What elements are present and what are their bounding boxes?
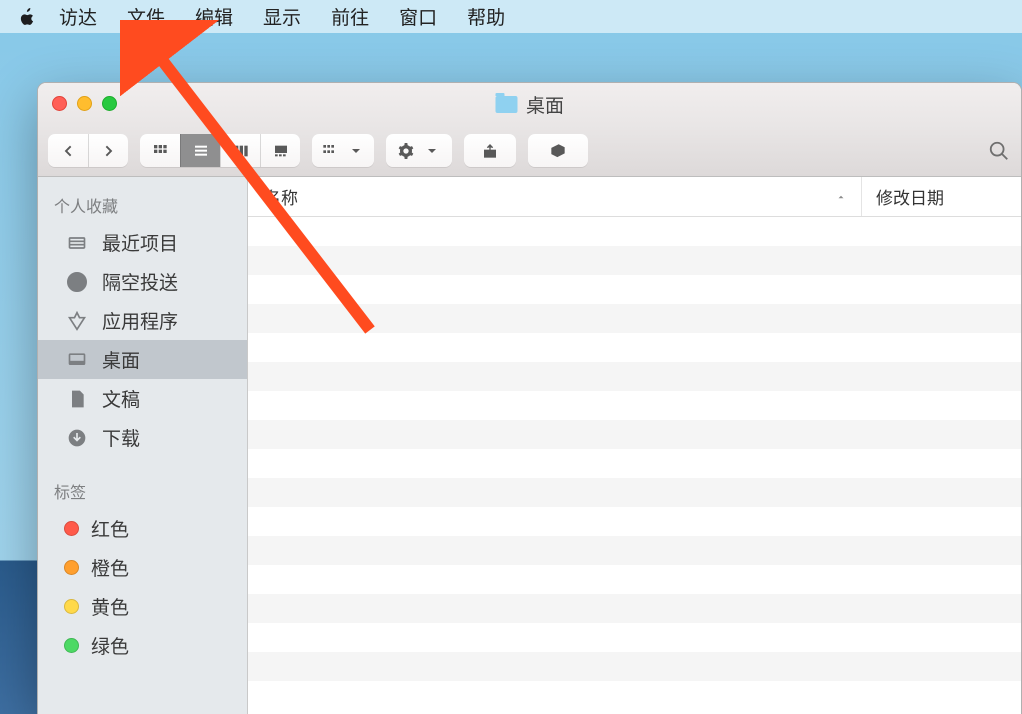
groupby-button[interactable] bbox=[312, 134, 374, 167]
table-row[interactable] bbox=[248, 536, 1021, 565]
sidebar-item-label: 桌面 bbox=[102, 346, 140, 373]
sidebar: 个人收藏 最近项目 隔空投送 应用程序 桌面 文稿 bbox=[38, 177, 248, 714]
table-row[interactable] bbox=[248, 565, 1021, 594]
share-button[interactable] bbox=[464, 134, 516, 167]
toolbar bbox=[38, 125, 1021, 177]
menu-view[interactable]: 显示 bbox=[248, 3, 316, 30]
sidebar-item-label: 最近项目 bbox=[102, 229, 178, 256]
table-row[interactable] bbox=[248, 304, 1021, 333]
menu-finder[interactable]: 访达 bbox=[44, 3, 112, 30]
tag-dot-icon bbox=[64, 599, 79, 614]
view-switcher bbox=[140, 134, 300, 167]
tag-dot-icon bbox=[64, 560, 79, 575]
window-title-text: 桌面 bbox=[526, 91, 564, 118]
sort-caret-icon bbox=[835, 187, 847, 207]
view-list-button[interactable] bbox=[180, 134, 220, 167]
sidebar-item-downloads[interactable]: 下载 bbox=[38, 418, 247, 457]
sidebar-tag-label: 橙色 bbox=[91, 554, 129, 581]
table-row[interactable] bbox=[248, 362, 1021, 391]
table-row[interactable] bbox=[248, 391, 1021, 420]
menu-go[interactable]: 前往 bbox=[316, 3, 384, 30]
sidebar-item-desktop[interactable]: 桌面 bbox=[38, 340, 247, 379]
sidebar-tag-green[interactable]: 绿色 bbox=[38, 626, 247, 665]
sidebar-item-documents[interactable]: 文稿 bbox=[38, 379, 247, 418]
downloads-icon bbox=[64, 427, 90, 449]
action-button[interactable] bbox=[386, 134, 452, 167]
window-title: 桌面 bbox=[495, 91, 564, 118]
apple-menu[interactable] bbox=[10, 6, 44, 28]
sidebar-item-label: 文稿 bbox=[102, 385, 140, 412]
table-row[interactable] bbox=[248, 478, 1021, 507]
forward-button[interactable] bbox=[88, 134, 128, 167]
sidebar-item-label: 隔空投送 bbox=[102, 268, 178, 295]
documents-icon bbox=[64, 388, 90, 410]
sidebar-tag-yellow[interactable]: 黄色 bbox=[38, 587, 247, 626]
menu-edit[interactable]: 编辑 bbox=[180, 3, 248, 30]
desktop-icon bbox=[64, 349, 90, 371]
table-row[interactable] bbox=[248, 681, 1021, 710]
tag-button[interactable] bbox=[528, 134, 588, 167]
airdrop-icon bbox=[64, 271, 90, 293]
table-row[interactable] bbox=[248, 652, 1021, 681]
sidebar-item-recents[interactable]: 最近项目 bbox=[38, 223, 247, 262]
recents-icon bbox=[64, 232, 90, 254]
sidebar-tag-label: 绿色 bbox=[91, 632, 129, 659]
tag-dot-icon bbox=[64, 521, 79, 536]
table-row[interactable] bbox=[248, 217, 1021, 246]
table-row[interactable] bbox=[248, 246, 1021, 275]
file-rows[interactable] bbox=[248, 217, 1021, 714]
column-modified-label: 修改日期 bbox=[876, 184, 944, 209]
column-modified[interactable]: 修改日期 bbox=[861, 177, 1021, 216]
table-row[interactable] bbox=[248, 333, 1021, 362]
search-icon[interactable] bbox=[987, 140, 1011, 162]
sidebar-tag-label: 红色 bbox=[91, 515, 129, 542]
menubar: 访达 文件 编辑 显示 前往 窗口 帮助 bbox=[0, 0, 1022, 33]
folder-icon bbox=[495, 96, 517, 113]
close-button[interactable] bbox=[52, 96, 67, 111]
sidebar-item-label: 应用程序 bbox=[102, 307, 178, 334]
sidebar-tag-label: 黄色 bbox=[91, 593, 129, 620]
view-gallery-button[interactable] bbox=[260, 134, 300, 167]
sidebar-tag-red[interactable]: 红色 bbox=[38, 509, 247, 548]
tag-dot-icon bbox=[64, 638, 79, 653]
nav-buttons bbox=[48, 134, 128, 167]
column-name[interactable]: 名称 bbox=[248, 184, 861, 209]
menu-file[interactable]: 文件 bbox=[112, 3, 180, 30]
columns-header: 名称 修改日期 bbox=[248, 177, 1021, 217]
sidebar-item-label: 下载 bbox=[102, 424, 140, 451]
file-list: 名称 修改日期 bbox=[248, 177, 1021, 714]
table-row[interactable] bbox=[248, 623, 1021, 652]
table-row[interactable] bbox=[248, 449, 1021, 478]
menu-help[interactable]: 帮助 bbox=[452, 3, 520, 30]
share-button-group bbox=[464, 134, 516, 167]
view-column-button[interactable] bbox=[220, 134, 260, 167]
sidebar-tag-orange[interactable]: 橙色 bbox=[38, 548, 247, 587]
table-row[interactable] bbox=[248, 594, 1021, 623]
applications-icon bbox=[64, 310, 90, 332]
table-row[interactable] bbox=[248, 275, 1021, 304]
table-row[interactable] bbox=[248, 507, 1021, 536]
zoom-button[interactable] bbox=[102, 96, 117, 111]
tag-button-group bbox=[528, 134, 588, 167]
back-button[interactable] bbox=[48, 134, 88, 167]
groupby-button-group bbox=[312, 134, 374, 167]
action-button-group bbox=[386, 134, 452, 167]
sidebar-tags-header: 标签 bbox=[38, 471, 247, 509]
view-icon-button[interactable] bbox=[140, 134, 180, 167]
sidebar-item-airdrop[interactable]: 隔空投送 bbox=[38, 262, 247, 301]
column-name-label: 名称 bbox=[264, 184, 298, 209]
sidebar-favorites-header: 个人收藏 bbox=[38, 185, 247, 223]
menu-window[interactable]: 窗口 bbox=[384, 3, 452, 30]
finder-window: 桌面 bbox=[37, 82, 1022, 714]
sidebar-item-applications[interactable]: 应用程序 bbox=[38, 301, 247, 340]
titlebar[interactable]: 桌面 bbox=[38, 83, 1021, 125]
table-row[interactable] bbox=[248, 420, 1021, 449]
minimize-button[interactable] bbox=[77, 96, 92, 111]
window-controls bbox=[52, 96, 117, 111]
